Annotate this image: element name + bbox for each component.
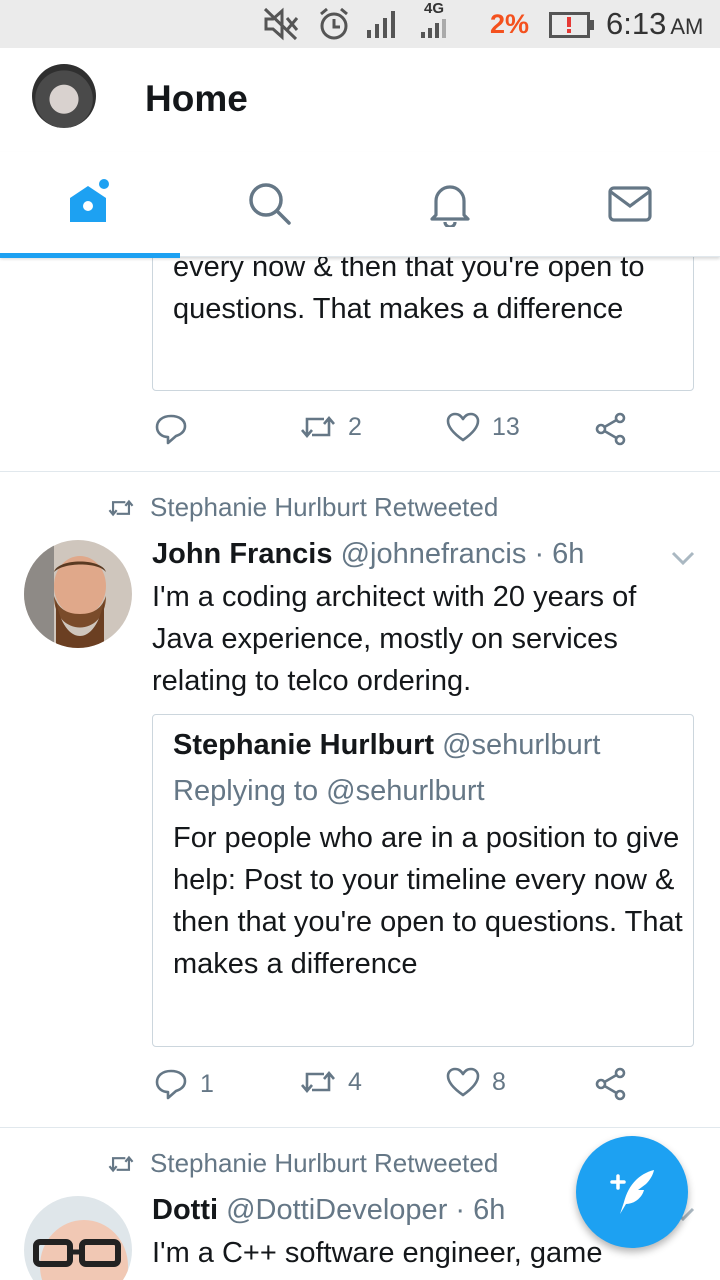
mute-icon	[263, 7, 299, 41]
share-icon	[595, 1067, 626, 1101]
page-title: Home	[145, 78, 248, 119]
tweet-divider	[0, 1127, 720, 1128]
tweet-time: · 6h	[534, 538, 585, 570]
tweet-header: John Francis @johnefrancis · 6h	[152, 538, 584, 571]
avatar-image	[24, 1196, 132, 1280]
author-avatar[interactable]	[24, 540, 132, 648]
quoted-tweet-header: Stephanie Hurlburt @sehurlburt	[173, 729, 600, 762]
network-type: 4G	[424, 0, 445, 17]
author-handle[interactable]: @DottiDeveloper	[226, 1194, 447, 1226]
heart-icon	[446, 412, 480, 442]
tweet-text: I'm a coding architect with 20 years of …	[152, 581, 637, 697]
author-avatar[interactable]	[24, 1196, 132, 1280]
clock-time: 6:13	[606, 6, 667, 41]
signal-icon-2	[421, 19, 446, 38]
profile-avatar[interactable]	[32, 64, 96, 128]
reply-button[interactable]: 1	[154, 1067, 214, 1101]
alarm-icon	[320, 7, 348, 40]
tweet-divider	[0, 471, 720, 472]
author-name[interactable]: Dotti	[152, 1194, 218, 1226]
battery-percent: 2%	[490, 9, 530, 39]
retweet-button[interactable]: 4	[300, 1067, 362, 1097]
like-count: 13	[492, 412, 520, 441]
retweet-context: Stephanie Hurlburt Retweeted	[108, 1148, 498, 1179]
timeline-feed[interactable]: every now & then that you're open to que…	[0, 256, 720, 1280]
retweet-icon	[301, 1070, 335, 1094]
avatar-image	[24, 540, 132, 648]
tab-bar	[0, 152, 720, 258]
chevron-down-icon[interactable]	[670, 550, 696, 566]
signal-icon	[367, 11, 395, 38]
tweet-header: Dotti @DottiDeveloper · 6h	[152, 1194, 505, 1227]
reply-icon	[155, 1069, 187, 1100]
tweet-time: · 6h	[455, 1194, 506, 1226]
like-count: 8	[492, 1067, 506, 1096]
retweeted-by-label: Stephanie Hurlburt Retweeted	[150, 492, 499, 522]
compose-tweet-button[interactable]	[576, 1136, 688, 1248]
clock: 6:13 AM	[606, 6, 703, 42]
quoted-tweet-text: every now & then that you're open to que…	[173, 256, 645, 325]
active-tab-indicator	[0, 253, 180, 258]
home-icon	[70, 179, 109, 222]
bell-icon	[430, 185, 470, 227]
retweet-button[interactable]: 2	[300, 412, 362, 442]
reply-count: 1	[200, 1069, 214, 1098]
like-button[interactable]: 13	[446, 412, 520, 442]
quoted-author-name: Stephanie Hurlburt	[173, 729, 435, 761]
share-button[interactable]	[594, 412, 628, 446]
app-header: Home	[0, 48, 720, 152]
quoted-tweet-text: For people who are in a position to give…	[173, 822, 683, 980]
replying-to-label: Replying to @sehurlburt	[173, 775, 485, 807]
share-button[interactable]	[594, 1067, 628, 1101]
reply-button[interactable]	[154, 412, 188, 446]
tab-search[interactable]	[180, 152, 360, 256]
tweet-actions: 2 13	[0, 412, 720, 452]
retweet-context: Stephanie Hurlburt Retweeted	[108, 492, 498, 523]
author-name[interactable]: John Francis	[152, 538, 333, 570]
retweet-small-icon	[108, 499, 134, 516]
retweet-count: 2	[348, 412, 362, 441]
quoted-author-handle: @sehurlburt	[442, 729, 601, 761]
tweet-actions: 1 4 8	[0, 1067, 720, 1107]
compose-quill-icon	[610, 1170, 654, 1214]
quoted-tweet-card[interactable]: Stephanie Hurlburt @sehurlburt Replying …	[152, 714, 694, 1047]
status-bar: 4G 2% 6:13 AM	[0, 0, 720, 48]
retweet-small-icon	[108, 1155, 134, 1172]
author-handle[interactable]: @johnefrancis	[341, 538, 527, 570]
retweet-count: 4	[348, 1067, 362, 1096]
search-icon	[249, 183, 291, 225]
retweet-icon	[301, 415, 335, 439]
tab-notifications[interactable]	[360, 152, 540, 256]
mail-icon	[608, 186, 652, 222]
clock-ampm: AM	[670, 14, 704, 39]
tab-home[interactable]	[0, 152, 180, 258]
share-icon	[595, 412, 626, 446]
like-button[interactable]: 8	[446, 1067, 506, 1097]
reply-icon	[155, 414, 187, 445]
tab-messages[interactable]	[540, 152, 720, 256]
retweeted-by-label: Stephanie Hurlburt Retweeted	[150, 1148, 499, 1178]
battery-low-icon	[549, 12, 594, 38]
heart-icon	[446, 1067, 480, 1097]
quoted-tweet-card[interactable]: every now & then that you're open to que…	[152, 256, 694, 391]
